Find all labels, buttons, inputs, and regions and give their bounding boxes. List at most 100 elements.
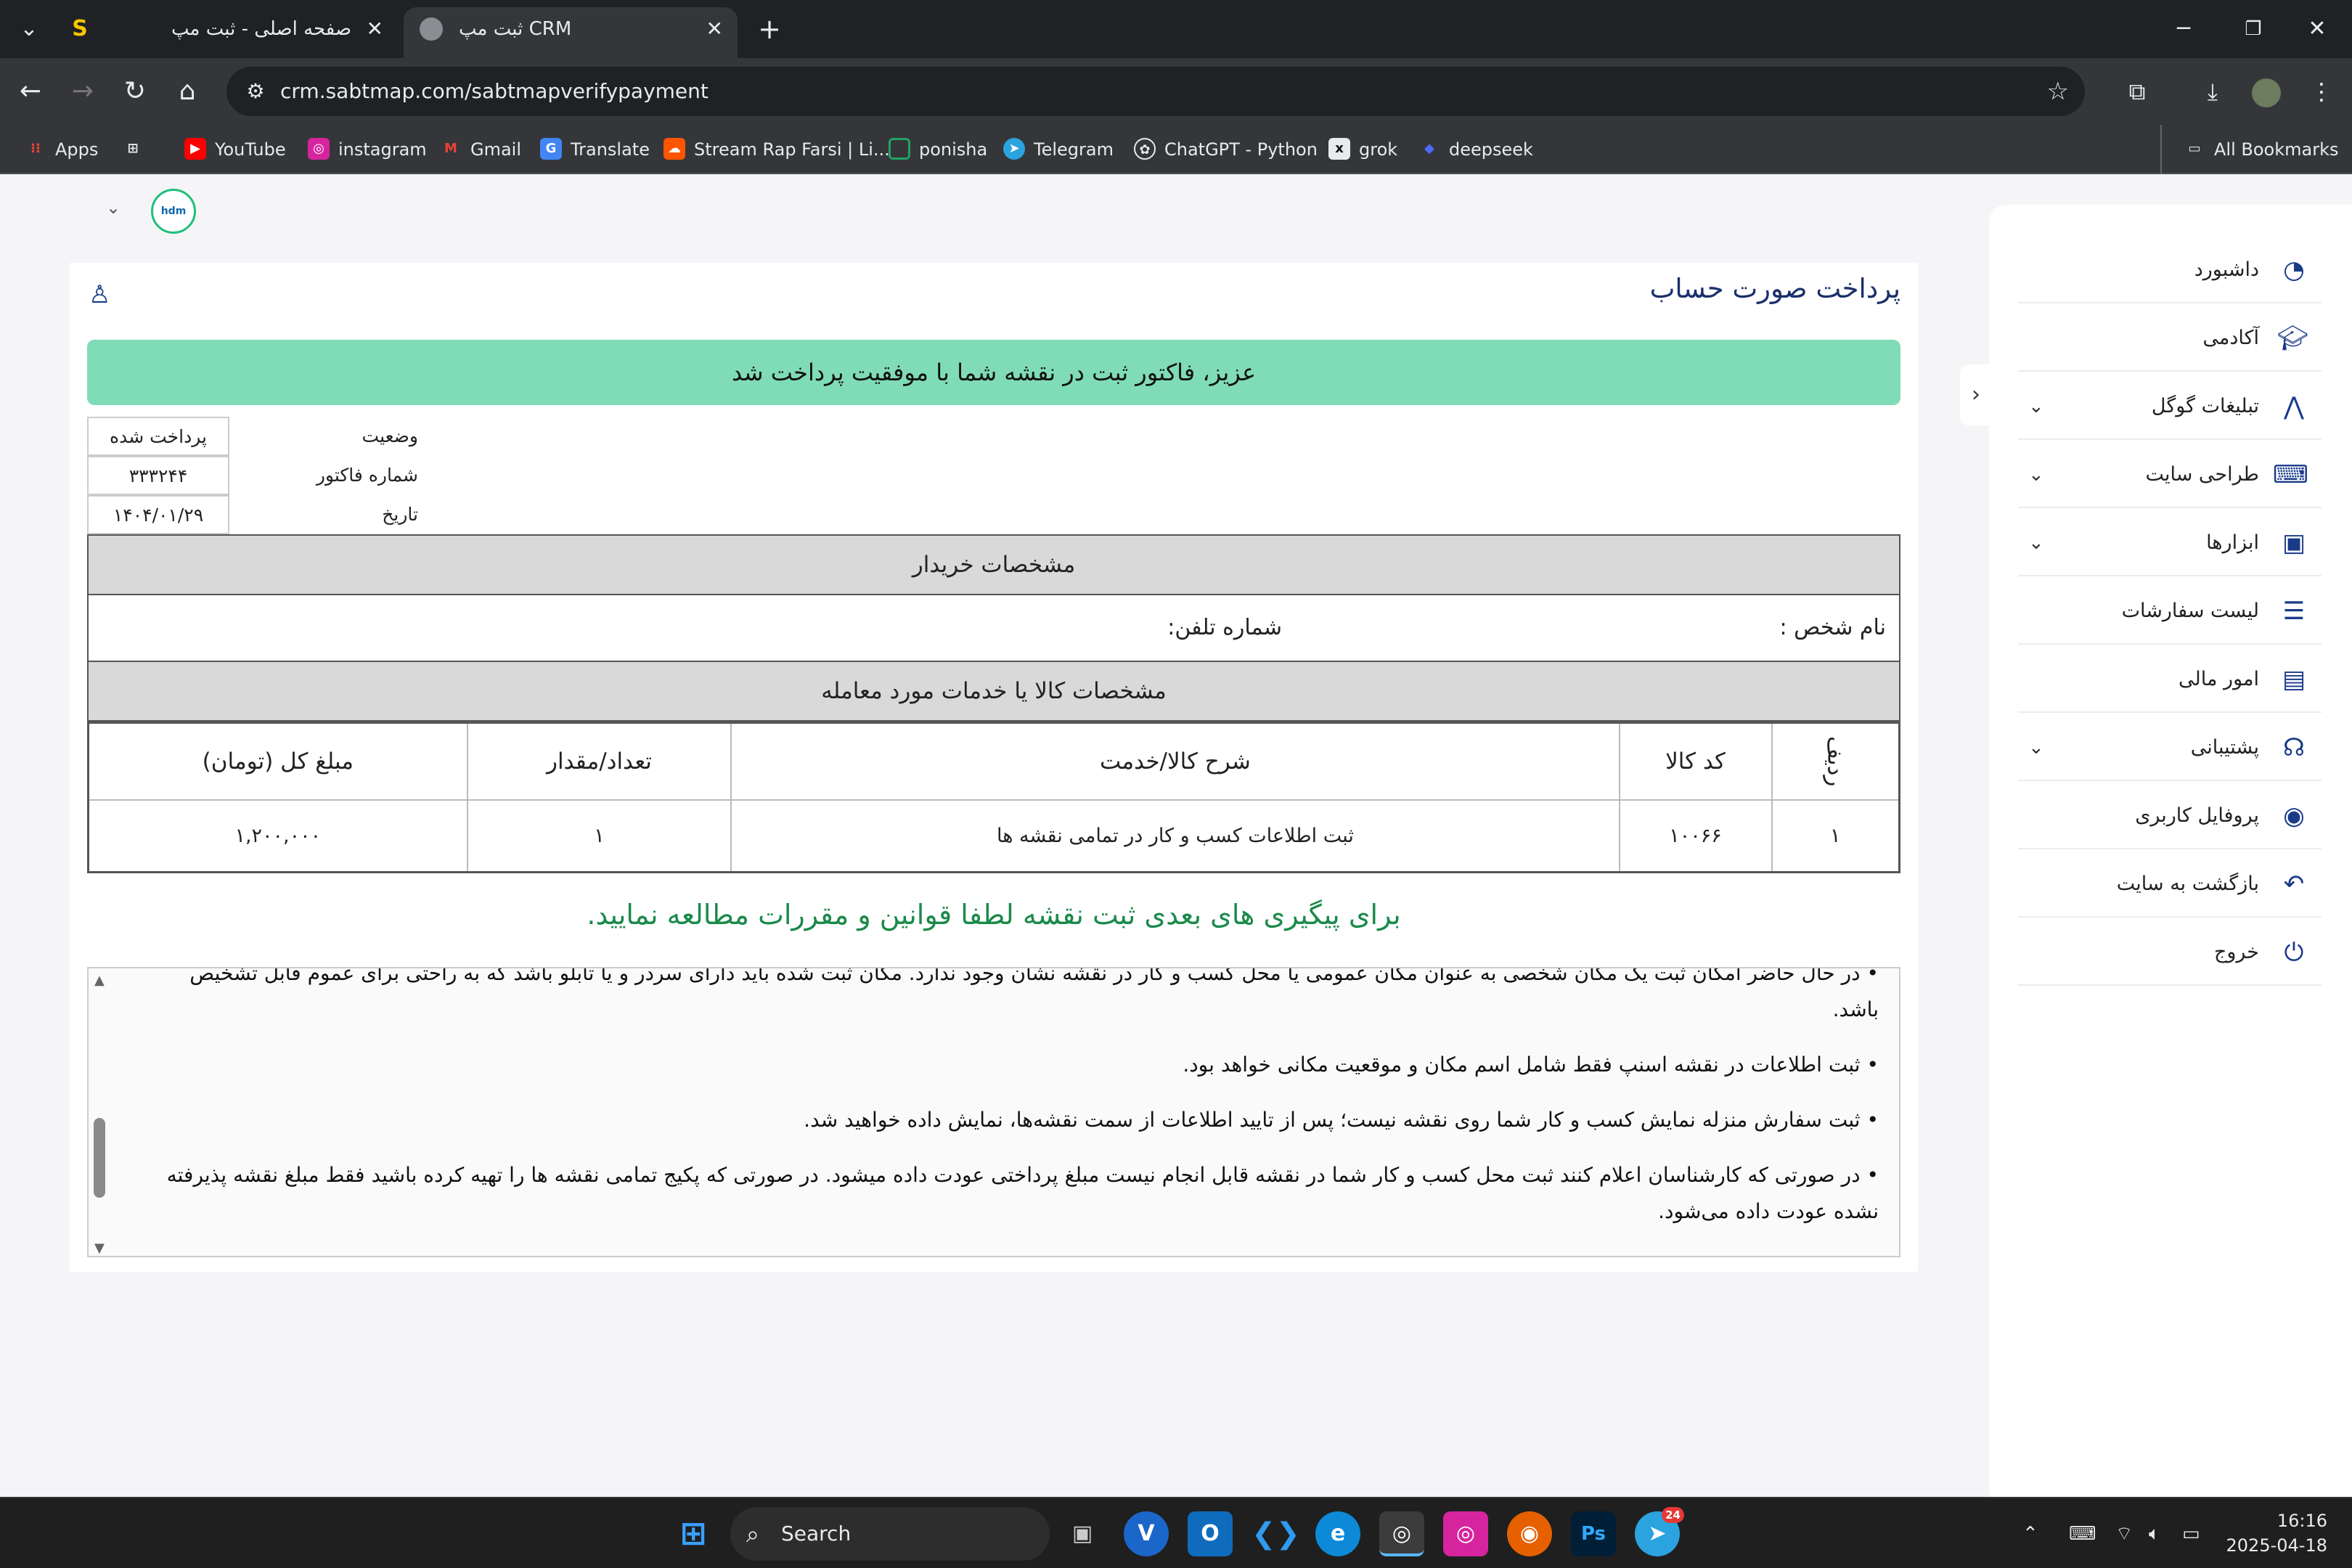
bookmark-deepseek[interactable]: ◆ deepseek: [1418, 125, 1533, 174]
keyboard-icon[interactable]: ⌨: [2069, 1517, 2096, 1551]
google-ads-icon: ⋀: [2284, 392, 2304, 421]
sidebar-item-orders[interactable]: ☰ لیست سفارشات: [2018, 578, 2322, 645]
terms-scrollbar[interactable]: ▲ ▼: [89, 968, 110, 1256]
close-tab-icon[interactable]: ✕: [367, 7, 383, 51]
browser-toolbar: ← → ↻ ⌂ ⚙ crm.sabtmap.com/sabtmapverifyp…: [0, 58, 2352, 125]
site-info-icon[interactable]: ⚙: [242, 78, 269, 105]
sidebar-item-tools[interactable]: ▣ ابزارها ⌄: [2018, 510, 2322, 576]
deepseek-icon: ◆: [1424, 141, 1434, 156]
reload-icon[interactable]: ↻: [115, 71, 155, 112]
all-bookmarks[interactable]: ▭ All Bookmarks: [2160, 125, 2338, 174]
items-section-heading: مشخصات کالا یا خدمات مورد معامله: [87, 661, 1900, 722]
buyer-section-heading: مشخصات خریدار: [87, 534, 1900, 595]
sidebar: ◔ داشبورد 🎓︎ آکادمی ⋀ تبلیغات گوگل ⌄ ⌨ ط…: [1989, 205, 2352, 1497]
chevron-down-icon: ⌄: [2028, 532, 2044, 554]
page-content: ⌄ hdm › ◔ داشبورد 🎓︎ آکادمی ⋀ تبلیغات گو…: [0, 176, 2352, 1497]
bookmark-instagram[interactable]: ◎ instagram: [308, 125, 427, 174]
company-logo[interactable]: hdm: [151, 189, 196, 234]
windows-start-icon[interactable]: ⊞: [671, 1511, 716, 1556]
bookmark-grid[interactable]: ⊞: [122, 125, 152, 174]
status-label: وضعیت: [362, 425, 418, 446]
firefox-icon[interactable]: ◉: [1507, 1511, 1552, 1556]
bookmark-translate[interactable]: G Translate: [540, 125, 650, 174]
bookmark-gmail[interactable]: M Gmail: [440, 125, 521, 174]
terms-item: • در حال حاضر امکان ثبت یک مکان شخصی به …: [189, 967, 1879, 1021]
chevron-down-icon: ⌄: [2028, 737, 2044, 759]
restore-icon[interactable]: ❐: [2218, 0, 2288, 58]
laptop-code-icon: ⌨: [2272, 460, 2308, 489]
windows-taskbar: ⊞ ⌕ Search ▣ V O ❮❯ e ◎ ◎ ◉ Ps ➤ 24 ⌃ ⌨ …: [0, 1497, 2352, 1568]
scroll-down-arrow-icon[interactable]: ▼: [94, 1241, 105, 1256]
minimize-icon[interactable]: ─: [2149, 0, 2218, 58]
tab-title: صفحه اصلی - ثبت مپ: [171, 18, 352, 40]
bookmark-soundcloud[interactable]: ☁ Stream Rap Farsi | Li...: [663, 125, 890, 174]
scroll-up-arrow-icon[interactable]: ▲: [94, 973, 105, 988]
back-arrow-icon[interactable]: ←: [10, 71, 51, 112]
new-tab-button[interactable]: +: [749, 9, 790, 49]
bookmark-grok[interactable]: x grok: [1328, 125, 1397, 174]
page-title: پرداخت صورت حساب: [1649, 273, 1900, 304]
quantity-cell: ۱: [466, 799, 732, 873]
bookmark-ponisha[interactable]: ponisha: [889, 125, 987, 174]
headset-icon: ☊: [2282, 733, 2306, 762]
task-view-icon[interactable]: ▣: [1060, 1511, 1105, 1556]
invoice-number-label: شماره فاکتور: [316, 465, 418, 486]
photoshop-icon[interactable]: Ps: [1571, 1511, 1616, 1556]
telegram-app-icon[interactable]: ➤ 24: [1635, 1507, 1684, 1556]
search-placeholder: Search: [781, 1522, 852, 1545]
menu-dots-icon[interactable]: ⋮: [2301, 71, 2342, 112]
toolbox-icon: ▣: [2282, 528, 2306, 558]
clock-date: 2025-04-18: [2226, 1535, 2327, 1556]
home-icon[interactable]: ⌂: [167, 71, 208, 112]
sidebar-item-academy[interactable]: 🎓︎ آکادمی: [2018, 305, 2322, 372]
bookmark-star-icon[interactable]: ☆: [2047, 67, 2069, 116]
address-bar[interactable]: ⚙ crm.sabtmap.com/sabtmapverifypayment ☆: [226, 67, 2085, 116]
sidebar-item-finance[interactable]: ▤ امور مالی: [2018, 646, 2322, 713]
sidebar-item-back-to-site[interactable]: ↶ بازگشت به سایت: [2018, 851, 2322, 918]
user-icon[interactable]: ♙: [89, 280, 110, 309]
dashboard-gauge-icon: ◔: [2283, 256, 2305, 285]
taskbar-clock[interactable]: 16:16 2025-04-18: [2218, 1508, 2327, 1558]
bookmark-telegram[interactable]: ➤ Telegram: [1003, 125, 1114, 174]
pinned-tab-icon[interactable]: S: [60, 9, 100, 49]
sidebar-item-support[interactable]: ☊ پشتیبانی ⌄: [2018, 714, 2322, 781]
vscode-icon[interactable]: ❮❯: [1251, 1511, 1300, 1556]
volume-icon[interactable]: 🔈︎: [2149, 1517, 2160, 1551]
close-tab-icon[interactable]: ✕: [706, 7, 723, 51]
edge-icon[interactable]: e: [1315, 1511, 1360, 1556]
battery-icon[interactable]: ▭: [2182, 1517, 2200, 1551]
terms-scroll-box[interactable]: • در حال حاضر امکان ثبت یک مکان شخصی به …: [87, 967, 1900, 1257]
vpn-app-icon[interactable]: V: [1124, 1511, 1169, 1556]
tab-home[interactable]: صفحه اصلی - ثبت مپ ✕: [116, 7, 398, 58]
sidebar-item-profile[interactable]: ◉ پروفایل کاربری: [2018, 783, 2322, 849]
wifi-icon[interactable]: ⌔: [2115, 1517, 2133, 1551]
sidebar-collapse-button[interactable]: ›: [1960, 364, 1992, 425]
extensions-icon[interactable]: ⧉: [2117, 71, 2157, 112]
brand-dropdown-chevron-icon[interactable]: ⌄: [106, 197, 121, 218]
terms-item: • در صورتی که کارشناسان اعلام کنند ثبت م…: [166, 1163, 1879, 1223]
outlook-icon[interactable]: O: [1188, 1511, 1233, 1556]
site-favicon-icon: [132, 17, 155, 41]
terms-item: • ثبت سفارش منزله نمایش کسب و کار شما رو…: [804, 1108, 1879, 1132]
sidebar-item-web-design[interactable]: ⌨ طراحی سایت ⌄: [2018, 441, 2322, 508]
items-table: ردیف کد کالا شرح کالا/خدمت تعداد/مقدار م…: [87, 722, 1900, 873]
profile-avatar[interactable]: [2246, 71, 2287, 112]
forward-arrow-icon[interactable]: →: [62, 71, 103, 112]
tab-crm[interactable]: ثبت مپ CRM ✕: [404, 7, 738, 58]
sidebar-item-dashboard[interactable]: ◔ داشبورد: [2018, 237, 2322, 303]
bookmark-apps[interactable]: ⁝⁝ Apps: [25, 125, 98, 174]
sidebar-item-google-ads[interactable]: ⋀ تبلیغات گوگل ⌄: [2018, 373, 2322, 440]
sidebar-item-logout[interactable]: ⏻ خروج: [2018, 919, 2322, 986]
bookmark-chatgpt[interactable]: ✿ ChatGPT - Python: [1134, 125, 1318, 174]
download-icon[interactable]: ⤓: [2192, 71, 2233, 112]
tray-chevron-up-icon[interactable]: ⌃: [2022, 1517, 2038, 1551]
taskbar-search[interactable]: ⌕ Search: [730, 1507, 1050, 1561]
bookmark-youtube[interactable]: ▶ YouTube: [184, 125, 286, 174]
instagram-app-icon[interactable]: ◎: [1443, 1511, 1488, 1556]
window-close-icon[interactable]: ✕: [2282, 0, 2352, 58]
chrome-icon[interactable]: ◎: [1379, 1511, 1424, 1556]
scrollbar-thumb[interactable]: [94, 1118, 105, 1198]
terms-notice: برای پیگیری های بعدی ثبت نقشه لطفا قوانی…: [587, 899, 1401, 931]
tab-search-button[interactable]: ⌄: [9, 9, 49, 49]
url-text[interactable]: crm.sabtmap.com/sabtmapverifypayment: [280, 67, 709, 116]
